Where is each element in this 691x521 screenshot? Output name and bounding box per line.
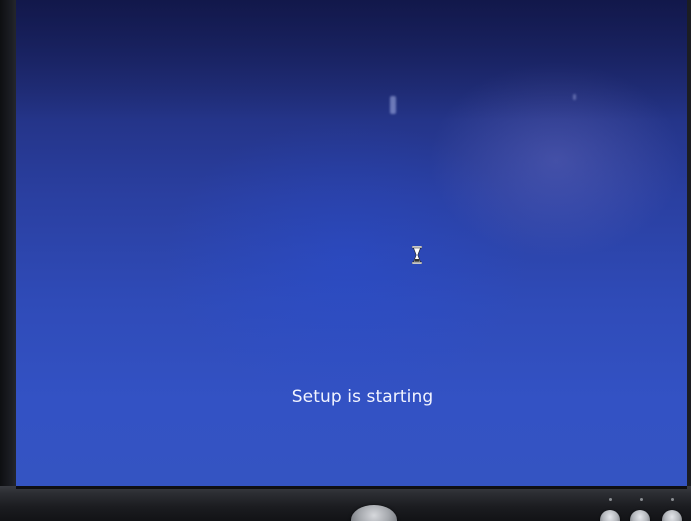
monitor-bezel-bottom (0, 486, 691, 521)
setup-status-text: Setup is starting (291, 387, 434, 407)
monitor-photo: Setup is starting (0, 0, 691, 521)
setup-screen: Setup is starting (16, 0, 687, 488)
monitor-bezel-left (0, 0, 16, 521)
hourglass-icon (411, 245, 423, 265)
monitor-led (640, 498, 643, 501)
screen-glare (573, 94, 576, 100)
monitor-bezel-right (687, 0, 691, 521)
monitor-led (671, 498, 674, 501)
monitor-led (609, 498, 612, 501)
monitor-bezel-edge (16, 486, 687, 489)
screen-glare (390, 96, 396, 114)
